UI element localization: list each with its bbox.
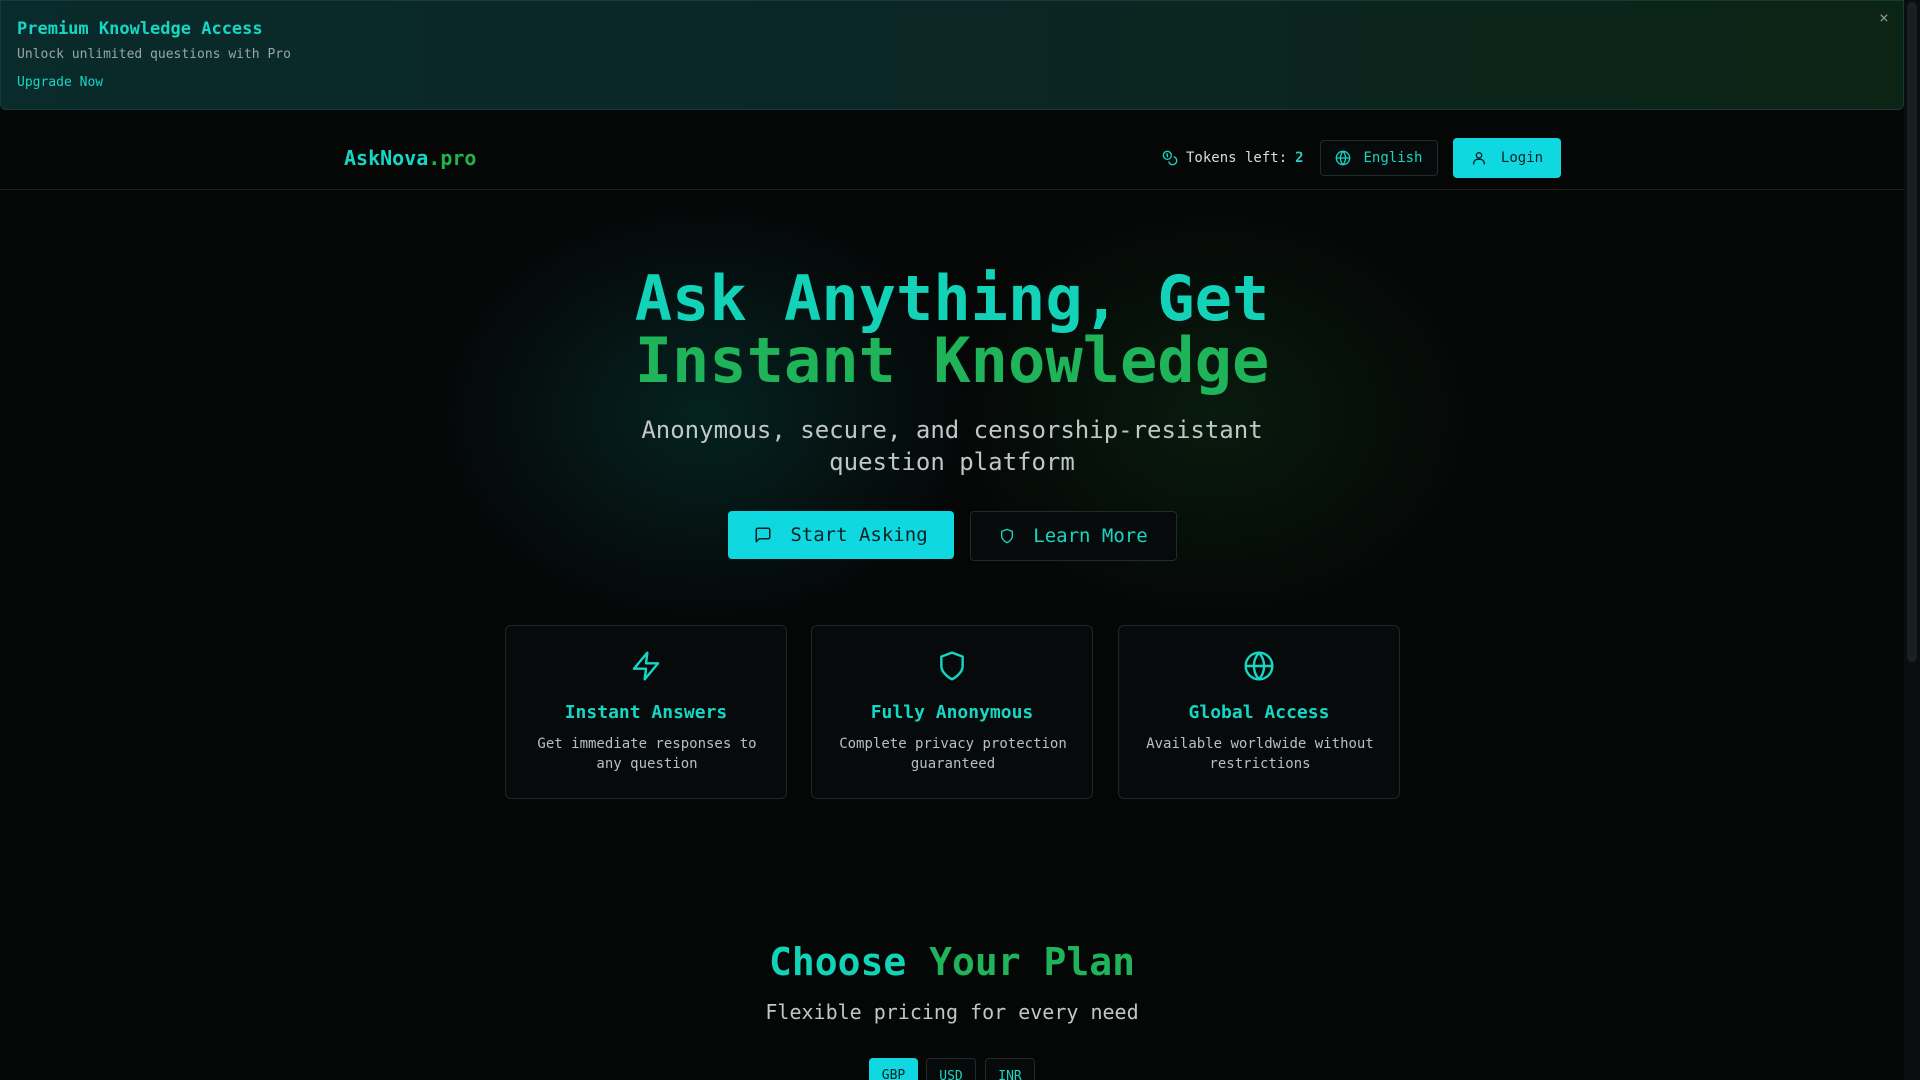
feature-title: Global Access (1188, 702, 1330, 723)
globe-icon (1336, 150, 1351, 166)
globe-icon (1244, 651, 1274, 681)
hero-title-line2: Instant Knowledge (634, 324, 1270, 397)
feature-description: Available worldwide without restrictions (1146, 736, 1374, 772)
hero-subtitle: Anonymous, secure, and censorship-resist… (641, 416, 1263, 476)
login-button[interactable]: Login (1453, 138, 1561, 178)
top-navbar: AskNova.pro Tokens left: 2 English Login (0, 110, 1904, 190)
banner-subtitle: Unlock unlimited questions with Pro (17, 47, 291, 62)
shield-icon (940, 651, 964, 681)
feature-description: Complete privacy protection guaranteed (839, 736, 1067, 772)
banner-title: Premium Knowledge Access (17, 19, 263, 39)
logo-main: AskNova (344, 146, 429, 170)
message-square-icon (755, 527, 771, 543)
feature-title: Instant Answers (564, 702, 728, 723)
learn-more-label: Learn More (1033, 525, 1148, 547)
feature-card-fully-anonymous: Fully Anonymous Complete privacy protect… (811, 625, 1093, 799)
hero-title: Ask Anything, Get Instant Knowledge (0, 268, 1904, 392)
learn-more-button[interactable]: Learn More (970, 511, 1177, 561)
promo-banner: Premium Knowledge Access Unlock unlimite… (0, 0, 1904, 110)
pricing-title-b: Your Plan (929, 940, 1136, 984)
start-asking-button[interactable]: Start Asking (728, 511, 954, 559)
feature-title: Fully Anonymous (870, 702, 1034, 723)
hero-title-line1: Ask Anything, Get (634, 262, 1270, 335)
scrollbar-thumb[interactable] (1907, 2, 1917, 662)
tokens-value: 2 (1295, 150, 1304, 166)
coins-icon (1162, 150, 1178, 166)
login-label: Login (1500, 150, 1544, 166)
currency-gbp-button[interactable]: GBP (869, 1058, 918, 1080)
currency-usd-button[interactable]: USD (926, 1058, 976, 1080)
feature-card-instant-answers: Instant Answers Get immediate responses … (505, 625, 787, 799)
start-asking-label: Start Asking (790, 524, 928, 546)
currency-inr-button[interactable]: INR (985, 1058, 1035, 1080)
feature-card-global-access: Global Access Available worldwide withou… (1118, 625, 1400, 799)
pricing-subtitle: Flexible pricing for every need (765, 1000, 1139, 1024)
language-label: English (1363, 150, 1423, 166)
user-icon (1472, 152, 1485, 165)
lightning-icon (632, 651, 660, 681)
scrollbar[interactable] (1904, 0, 1920, 1080)
feature-description: Get immediate responses to any question (537, 736, 757, 772)
shield-icon (1001, 528, 1014, 544)
pricing-title-a: Choose (768, 940, 907, 984)
tokens-indicator: Tokens left: 2 (1162, 148, 1304, 168)
logo[interactable]: AskNova.pro (344, 146, 476, 170)
close-icon[interactable]: × (1873, 7, 1895, 29)
pricing-title: Choose Your Plan (0, 940, 1904, 984)
upgrade-now-link[interactable]: Upgrade Now (17, 75, 103, 90)
logo-suffix: .pro (428, 146, 477, 170)
tokens-label: Tokens left: (1186, 150, 1288, 166)
language-selector[interactable]: English (1320, 140, 1438, 176)
